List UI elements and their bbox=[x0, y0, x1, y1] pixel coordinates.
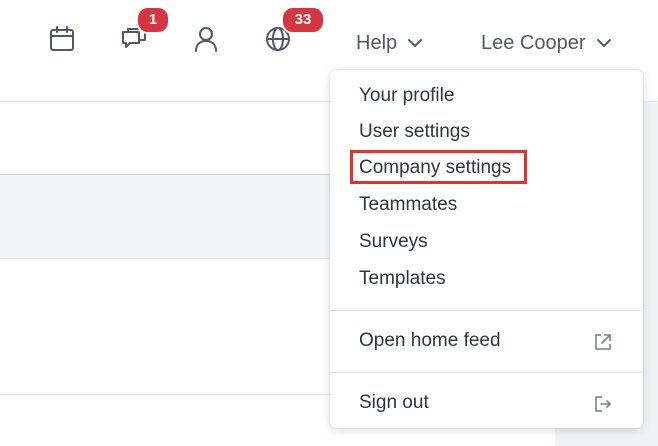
menu-item-teammates[interactable]: Teammates bbox=[330, 188, 643, 222]
menu-item-label: Open home feed bbox=[359, 330, 501, 351]
menu-item-surveys[interactable]: Surveys bbox=[330, 225, 643, 259]
profile-button[interactable] bbox=[189, 22, 223, 56]
menu-item-label: Your profile bbox=[359, 85, 455, 106]
chevron-down-icon bbox=[596, 39, 611, 47]
menu-item-label: Surveys bbox=[359, 231, 428, 252]
messages-badge: 1 bbox=[136, 6, 170, 34]
calendar-icon bbox=[50, 26, 74, 51]
external-link-icon bbox=[595, 334, 611, 350]
menu-item-your-profile[interactable]: Your profile bbox=[330, 79, 643, 113]
menu-item-open-home-feed[interactable]: Open home feed bbox=[330, 324, 643, 358]
menu-item-label: User settings bbox=[359, 121, 470, 142]
calendar-button[interactable] bbox=[45, 22, 79, 56]
menu-item-sign-out[interactable]: Sign out bbox=[330, 386, 643, 420]
menu-item-label: Sign out bbox=[359, 392, 429, 413]
user-dropdown-menu: Your profile User settings Company setti… bbox=[330, 70, 643, 428]
chevron-down-icon bbox=[408, 39, 423, 47]
help-label: Help bbox=[356, 31, 398, 54]
page: 1 33 Help Lee Cooper Your profile User s… bbox=[0, 0, 658, 446]
menu-item-user-settings[interactable]: User settings bbox=[330, 115, 643, 149]
sign-out-icon bbox=[595, 396, 611, 412]
globe-badge: 33 bbox=[281, 6, 325, 34]
highlight-box bbox=[350, 150, 527, 184]
user-icon bbox=[195, 27, 217, 52]
user-menu-button[interactable]: Lee Cooper bbox=[481, 30, 612, 56]
help-menu-button[interactable]: Help bbox=[356, 30, 423, 56]
menu-item-label: Templates bbox=[359, 268, 446, 289]
menu-divider bbox=[330, 372, 643, 373]
user-name-label: Lee Cooper bbox=[481, 31, 586, 54]
menu-item-templates[interactable]: Templates bbox=[330, 262, 643, 296]
menu-item-label: Teammates bbox=[359, 194, 458, 215]
menu-divider bbox=[330, 310, 643, 311]
